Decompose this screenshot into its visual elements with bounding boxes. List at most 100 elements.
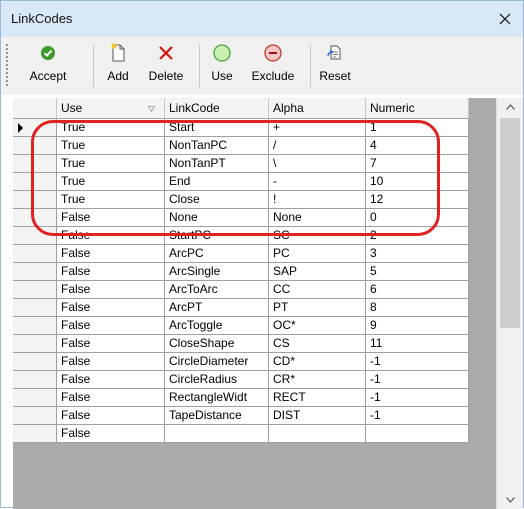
table-cell[interactable]: 0 — [366, 209, 469, 227]
table-row[interactable]: True Close! 12 — [13, 191, 496, 209]
table-row[interactable]: True NonTanPT \ 7 — [13, 155, 496, 173]
table-cell[interactable]: True — [57, 119, 165, 137]
scroll-up-button[interactable] — [497, 98, 523, 116]
table-cell[interactable]: ArcToArc — [165, 281, 269, 299]
column-header-alpha[interactable]: Alpha — [269, 98, 366, 119]
table-cell[interactable]: StartPC — [165, 227, 269, 245]
table-cell[interactable]: 10 — [366, 173, 469, 191]
table-cell[interactable]: False — [57, 425, 165, 443]
table-cell[interactable]: True — [57, 191, 165, 209]
row-header[interactable] — [13, 191, 57, 209]
table-cell[interactable]: False — [57, 335, 165, 353]
vertical-scrollbar[interactable] — [496, 98, 523, 509]
table-cell[interactable]: CC — [269, 281, 366, 299]
add-button[interactable]: Add — [100, 41, 136, 91]
table-row[interactable]: True Start +1 — [13, 119, 496, 137]
table-cell[interactable]: CircleDiameter — [165, 353, 269, 371]
table-cell[interactable]: 4 — [366, 137, 469, 155]
table-row[interactable]: False None None 0 — [13, 209, 496, 227]
scrollbar-thumb[interactable] — [500, 118, 520, 328]
table-cell[interactable]: CloseShape — [165, 335, 269, 353]
table-cell[interactable]: None — [165, 209, 269, 227]
table-cell[interactable]: False — [57, 317, 165, 335]
table-row[interactable]: False — [13, 425, 496, 443]
row-header[interactable] — [13, 173, 57, 191]
table-cell[interactable]: True — [57, 173, 165, 191]
table-cell[interactable]: OC* — [269, 317, 366, 335]
row-header[interactable] — [13, 353, 57, 371]
table-row[interactable]: False ArcPC PC 3 — [13, 245, 496, 263]
row-header[interactable] — [13, 425, 57, 443]
table-row[interactable]: False ArcToggle OC* 9 — [13, 317, 496, 335]
table-cell[interactable]: None — [269, 209, 366, 227]
table-cell[interactable]: CircleRadius — [165, 371, 269, 389]
table-cell[interactable]: False — [57, 389, 165, 407]
table-cell[interactable]: 9 — [366, 317, 469, 335]
row-header[interactable] — [13, 263, 57, 281]
table-cell[interactable]: True — [57, 155, 165, 173]
row-header[interactable] — [13, 299, 57, 317]
table-row[interactable]: False ArcPT PT 8 — [13, 299, 496, 317]
table-cell[interactable]: 5 — [366, 263, 469, 281]
table-cell[interactable]: PC — [269, 245, 366, 263]
table-row[interactable]: False CircleDiameter CD* -1 — [13, 353, 496, 371]
table-row[interactable]: True NonTanPC/4 — [13, 137, 496, 155]
table-cell[interactable]: Close — [165, 191, 269, 209]
table-cell[interactable]: End — [165, 173, 269, 191]
table-cell[interactable]: 3 — [366, 245, 469, 263]
table-cell[interactable]: False — [57, 209, 165, 227]
table-cell[interactable]: 12 — [366, 191, 469, 209]
table-cell[interactable]: False — [57, 263, 165, 281]
table-cell[interactable]: True — [57, 137, 165, 155]
delete-button[interactable]: Delete — [141, 41, 191, 91]
reset-button[interactable]: Reset — [315, 41, 355, 91]
table-cell[interactable]: DIST — [269, 407, 366, 425]
table-cell[interactable]: False — [57, 299, 165, 317]
table-cell[interactable]: 11 — [366, 335, 469, 353]
table-cell[interactable]: / — [269, 137, 366, 155]
table-cell[interactable]: ArcPT — [165, 299, 269, 317]
table-cell[interactable]: 8 — [366, 299, 469, 317]
table-cell[interactable]: False — [57, 245, 165, 263]
table-cell[interactable]: -1 — [366, 389, 469, 407]
row-header[interactable] — [13, 155, 57, 173]
row-header[interactable] — [13, 137, 57, 155]
table-cell[interactable]: Start — [165, 119, 269, 137]
table-cell[interactable]: False — [57, 227, 165, 245]
table-cell[interactable]: 1 — [366, 119, 469, 137]
table-cell[interactable]: ArcPC — [165, 245, 269, 263]
table-cell[interactable]: False — [57, 407, 165, 425]
exclude-button[interactable]: Exclude — [243, 41, 303, 91]
table-cell[interactable]: False — [57, 281, 165, 299]
table-row[interactable]: False CloseShape CS 11 — [13, 335, 496, 353]
row-header[interactable] — [13, 245, 57, 263]
table-cell[interactable]: SAP — [269, 263, 366, 281]
table-row[interactable]: False TapeDistance DIST -1 — [13, 407, 496, 425]
table-row[interactable]: True End -10 — [13, 173, 496, 191]
table-row[interactable]: False CircleRadius CR* -1 — [13, 371, 496, 389]
table-cell[interactable]: ! — [269, 191, 366, 209]
table-cell[interactable]: RECT — [269, 389, 366, 407]
table-cell[interactable]: CD* — [269, 353, 366, 371]
table-cell[interactable]: -1 — [366, 371, 469, 389]
row-header[interactable] — [13, 227, 57, 245]
table-cell[interactable]: 7 — [366, 155, 469, 173]
table-cell[interactable]: \ — [269, 155, 366, 173]
row-header[interactable] — [13, 209, 57, 227]
table-cell[interactable]: NonTanPC — [165, 137, 269, 155]
table-cell[interactable]: False — [57, 353, 165, 371]
table-cell[interactable]: TapeDistance — [165, 407, 269, 425]
table-cell[interactable] — [269, 425, 366, 443]
table-cell[interactable]: False — [57, 371, 165, 389]
table-cell[interactable]: - — [269, 173, 366, 191]
close-button[interactable] — [487, 1, 523, 37]
table-cell[interactable]: ArcSingle — [165, 263, 269, 281]
table-cell[interactable]: 6 — [366, 281, 469, 299]
column-header-use[interactable]: Use — [57, 98, 165, 119]
table-cell[interactable]: -1 — [366, 407, 469, 425]
table-row[interactable]: False StartPC SC 2 — [13, 227, 496, 245]
column-header-linkcode[interactable]: LinkCode — [165, 98, 269, 119]
row-header[interactable] — [13, 407, 57, 425]
use-button[interactable]: Use — [205, 41, 239, 91]
table-cell[interactable]: NonTanPT — [165, 155, 269, 173]
